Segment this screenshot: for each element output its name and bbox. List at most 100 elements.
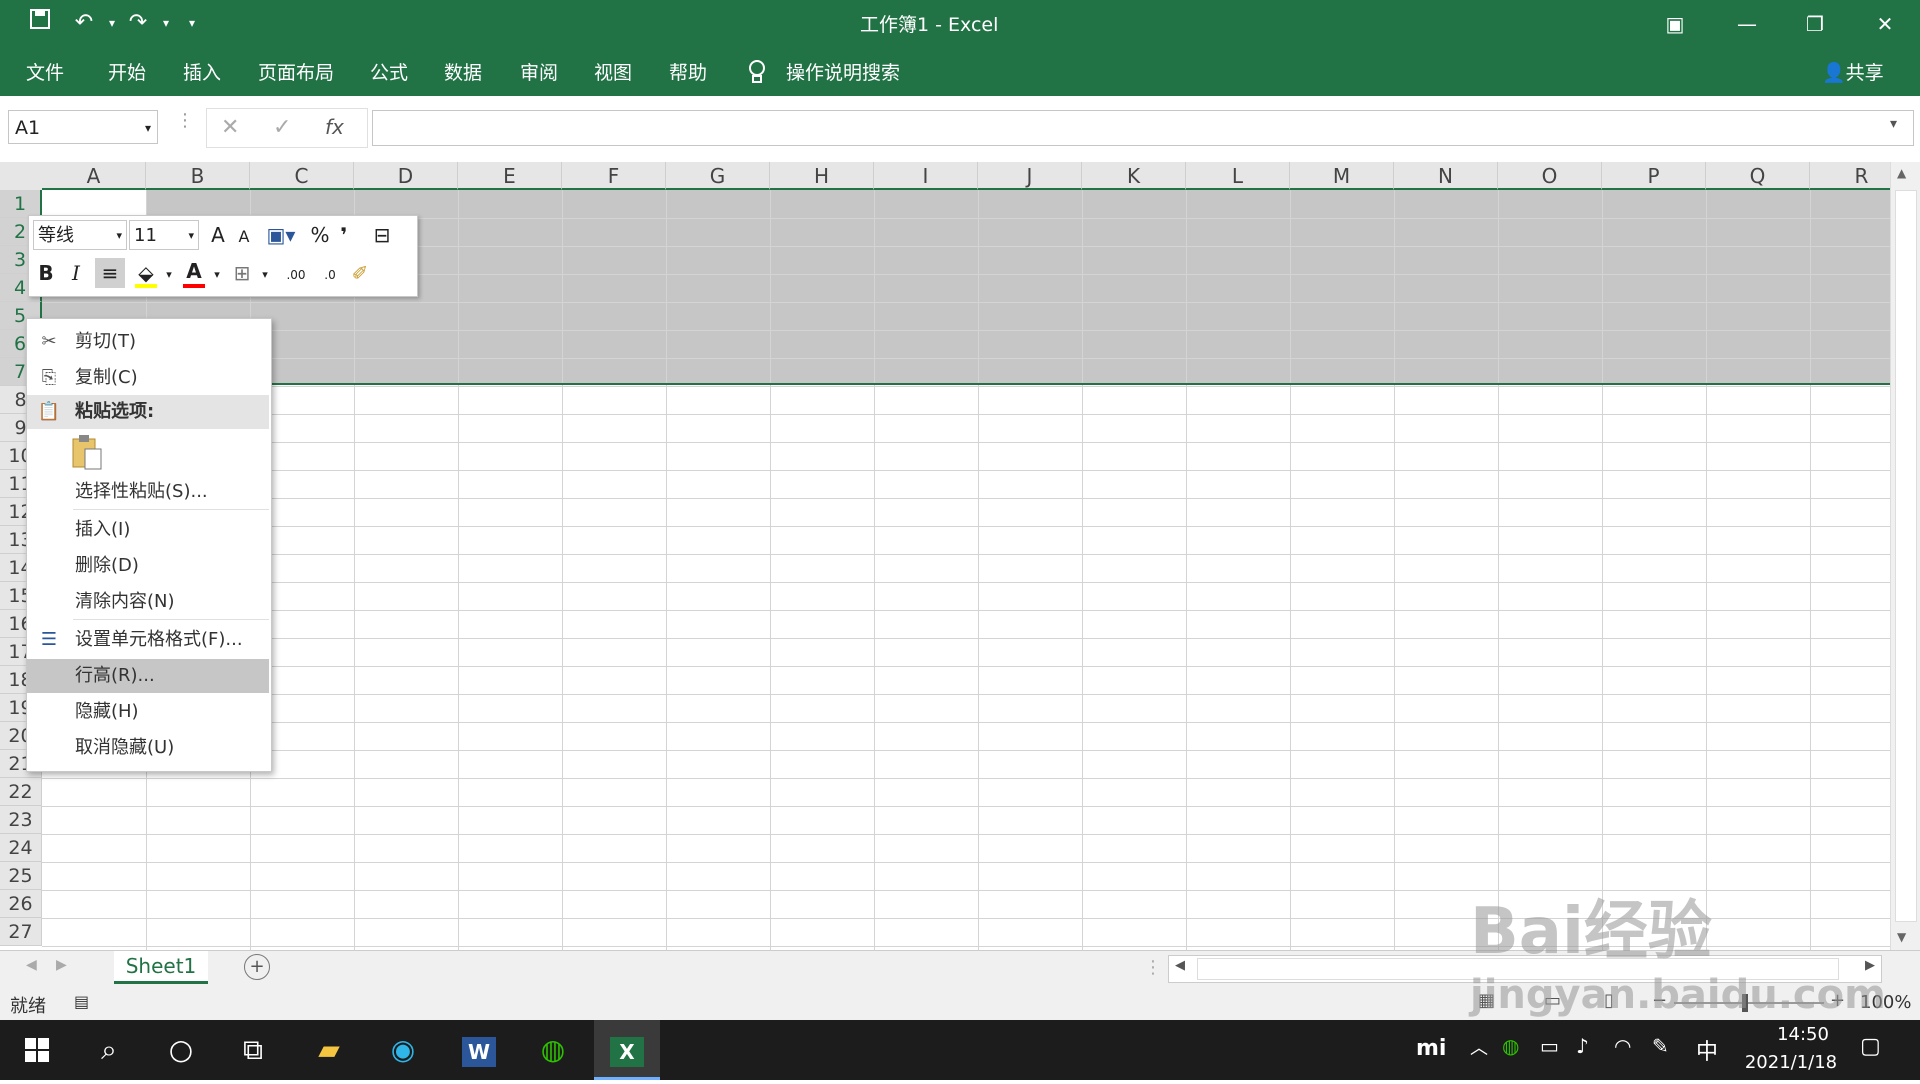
name-box[interactable]: A1 ▾: [8, 110, 158, 144]
font-name-box[interactable]: 等线 ▾: [33, 220, 127, 250]
word-icon[interactable]: W: [446, 1020, 512, 1080]
ribbon-display-icon[interactable]: ▣: [1640, 0, 1710, 48]
menu-item-insert[interactable]: 插入(I): [27, 513, 269, 547]
fill-color-icon[interactable]: ⬙: [131, 258, 161, 288]
ime-indicator[interactable]: 中: [1696, 1034, 1718, 1066]
menu-item-hide[interactable]: 隐藏(H): [27, 695, 269, 729]
column-header[interactable]: P: [1602, 162, 1706, 190]
cortana-icon[interactable]: ○: [148, 1020, 214, 1080]
windows-start-icon[interactable]: [4, 1020, 70, 1080]
column-header[interactable]: O: [1498, 162, 1602, 190]
add-sheet-icon[interactable]: +: [244, 954, 270, 980]
tray-chevron-up-icon[interactable]: ︿: [1470, 1034, 1488, 1060]
font-color-icon[interactable]: A: [179, 256, 209, 288]
column-header[interactable]: K: [1082, 162, 1186, 190]
clock-time[interactable]: 14:50: [1758, 1024, 1848, 1045]
select-all-corner[interactable]: [0, 162, 43, 190]
column-header[interactable]: H: [770, 162, 874, 190]
save-icon[interactable]: [26, 8, 54, 38]
tab-insert[interactable]: 插入: [183, 58, 221, 88]
chevron-down-icon[interactable]: ▾: [188, 221, 194, 251]
row-header[interactable]: 23: [0, 806, 42, 834]
scroll-left-icon[interactable]: ◀: [1175, 958, 1185, 973]
redo-icon[interactable]: ↷: [124, 8, 152, 38]
sheet-next-icon[interactable]: ▶: [56, 957, 67, 973]
volume-icon[interactable]: ♪: [1576, 1034, 1589, 1058]
tab-home[interactable]: 开始: [108, 58, 146, 88]
menu-item-copy[interactable]: ⎘ 复制(C): [27, 361, 269, 395]
format-painter-table-icon[interactable]: ⊟: [365, 220, 399, 250]
sheet-prev-icon[interactable]: ◀: [26, 957, 37, 973]
column-header[interactable]: N: [1394, 162, 1498, 190]
wechat-icon[interactable]: ◍: [520, 1020, 586, 1080]
percent-style-icon[interactable]: %: [307, 220, 333, 250]
menu-item-paste-special[interactable]: 选择性粘贴(S)...: [27, 475, 269, 509]
excel-icon[interactable]: X: [594, 1020, 660, 1080]
row-header[interactable]: 1: [0, 190, 42, 218]
format-painter-icon[interactable]: ✐: [345, 258, 375, 288]
scroll-down-icon[interactable]: ▼: [1897, 930, 1906, 944]
restore-icon[interactable]: ❐: [1780, 0, 1850, 48]
file-explorer-icon[interactable]: ▰: [296, 1020, 362, 1080]
active-cell[interactable]: [42, 190, 146, 216]
wechat-tray-icon[interactable]: ◍: [1502, 1034, 1519, 1058]
tab-file[interactable]: 文件: [26, 58, 64, 88]
menu-item-unhide[interactable]: 取消隐藏(U): [27, 731, 269, 765]
menu-item-delete[interactable]: 删除(D): [27, 549, 269, 583]
menu-item-cut[interactable]: ✂ 剪切(T): [27, 325, 269, 359]
undo-icon[interactable]: ↶: [70, 8, 98, 38]
accounting-format-icon[interactable]: ▣▾: [261, 220, 301, 250]
comma-style-icon[interactable]: ❜: [333, 220, 355, 250]
search-icon[interactable]: ⌕: [76, 1020, 142, 1080]
sheet-tab-sheet1[interactable]: Sheet1: [114, 951, 208, 984]
column-header[interactable]: M: [1290, 162, 1394, 190]
clock-date[interactable]: 2021/1/18: [1736, 1052, 1846, 1073]
borders-icon[interactable]: ⊞: [227, 258, 257, 288]
menu-item-format-cells[interactable]: ☰ 设置单元格格式(F)...: [27, 623, 269, 657]
column-header[interactable]: A: [42, 162, 146, 190]
column-header[interactable]: I: [874, 162, 978, 190]
tab-data[interactable]: 数据: [444, 58, 482, 88]
column-header[interactable]: Q: [1706, 162, 1810, 190]
minimize-icon[interactable]: —: [1712, 0, 1782, 48]
column-header[interactable]: F: [562, 162, 666, 190]
enter-icon[interactable]: ✓: [273, 115, 291, 140]
edge-browser-icon[interactable]: ◉: [370, 1020, 436, 1080]
bold-button[interactable]: B: [33, 258, 59, 288]
notification-icon[interactable]: ▢: [1860, 1034, 1881, 1059]
column-header[interactable]: C: [250, 162, 354, 190]
row-header[interactable]: 26: [0, 890, 42, 918]
column-header[interactable]: L: [1186, 162, 1290, 190]
column-header[interactable]: G: [666, 162, 770, 190]
increase-decimal-icon[interactable]: .00: [279, 260, 313, 290]
expand-formula-icon[interactable]: ▾: [1890, 116, 1897, 132]
grow-font-icon[interactable]: A: [205, 220, 231, 250]
chevron-down-icon[interactable]: ▾: [161, 260, 177, 290]
menu-item-clear-contents[interactable]: 清除内容(N): [27, 585, 269, 619]
tab-review[interactable]: 审阅: [520, 58, 558, 88]
task-view-icon[interactable]: ⧉: [220, 1020, 286, 1080]
share-button[interactable]: 👤共享: [1822, 58, 1884, 88]
mi-icon[interactable]: mi: [1416, 1036, 1446, 1061]
italic-button[interactable]: I: [63, 258, 89, 288]
close-icon[interactable]: ✕: [1850, 0, 1920, 48]
customize-qat-icon[interactable]: ▾: [178, 8, 206, 38]
insert-function-icon[interactable]: fx: [325, 115, 344, 139]
cancel-icon[interactable]: ✕: [221, 115, 239, 140]
column-header[interactable]: D: [354, 162, 458, 190]
scroll-thumb[interactable]: [1895, 190, 1917, 922]
undo-dropdown-icon[interactable]: ▾: [98, 8, 126, 38]
row-header[interactable]: 27: [0, 918, 42, 946]
row-header[interactable]: 22: [0, 778, 42, 806]
battery-icon[interactable]: ▭: [1540, 1034, 1559, 1058]
row-header[interactable]: 25: [0, 862, 42, 890]
tab-page-layout[interactable]: 页面布局: [258, 58, 334, 88]
column-header[interactable]: E: [458, 162, 562, 190]
column-header[interactable]: R: [1810, 162, 1890, 190]
scroll-up-icon[interactable]: ▲: [1897, 166, 1906, 180]
wifi-icon[interactable]: ◠: [1614, 1034, 1631, 1058]
chevron-down-icon[interactable]: ▾: [209, 260, 225, 290]
center-align-icon[interactable]: ≡: [95, 258, 125, 288]
macro-record-icon[interactable]: ▤: [74, 992, 89, 1011]
column-header[interactable]: J: [978, 162, 1082, 190]
